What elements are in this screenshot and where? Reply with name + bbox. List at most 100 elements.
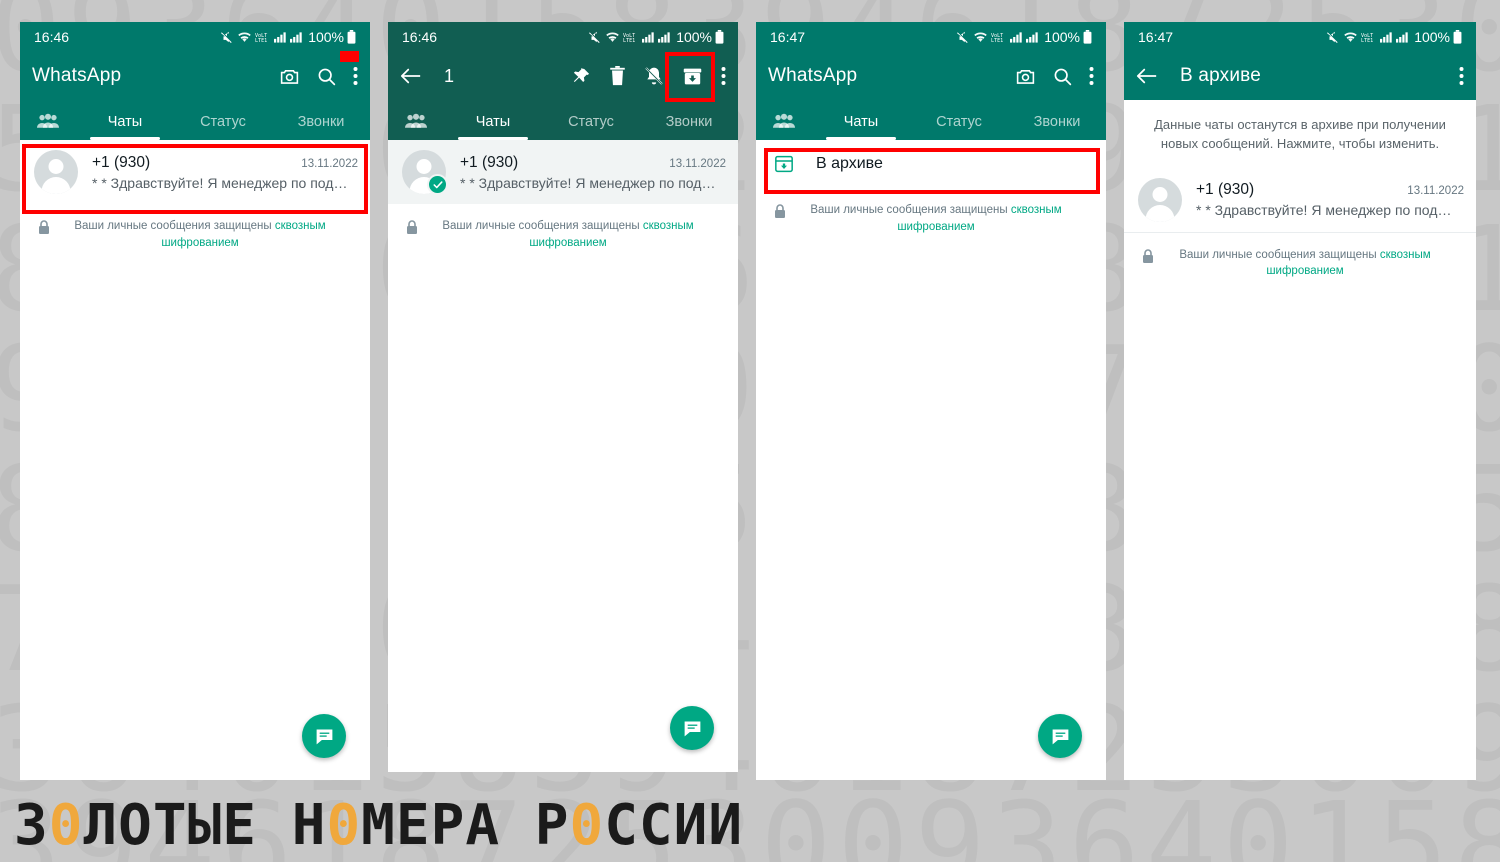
- panel-whatsapp-chat-selected: 16:46 VoLT LTE1 100% 1 Чаты Статус Звонк…: [388, 22, 738, 772]
- encryption-text: Ваши личные сообщения защищены сквозным …: [810, 204, 1062, 233]
- svg-text:LTE1: LTE1: [255, 37, 267, 43]
- app-bar: WhatsApp: [20, 51, 370, 100]
- tab-chats[interactable]: Чаты: [76, 114, 174, 140]
- tab-communities[interactable]: [388, 112, 444, 140]
- chat-date: 13.11.2022: [1407, 185, 1464, 198]
- chat-list-item[interactable]: +1 (930) 13.11.2022 * * Здравствуйте! Я …: [20, 140, 370, 204]
- status-clock: 16:47: [770, 29, 806, 45]
- tab-calls[interactable]: Звонки: [1008, 114, 1106, 140]
- battery-icon: [1083, 30, 1092, 44]
- overflow-menu-icon[interactable]: [1459, 66, 1464, 86]
- overflow-menu-icon[interactable]: [353, 66, 358, 86]
- signal-bars-1-icon: [1380, 31, 1393, 43]
- chat-list-item[interactable]: +1 (930) 13.11.2022 * * Здравствуйте! Я …: [388, 140, 738, 204]
- selection-count: 1: [444, 65, 455, 86]
- tab-chats[interactable]: Чаты: [444, 114, 542, 140]
- chat-date: 13.11.2022: [669, 157, 726, 170]
- chat-preview-text: * * Здравствуйте! Я менеджер по под…: [92, 174, 348, 191]
- status-bar: 16:46 VoLT LTE1 100%: [388, 22, 738, 52]
- tab-chats[interactable]: Чаты: [812, 114, 910, 140]
- archive-icon: [774, 154, 794, 174]
- tab-communities[interactable]: [756, 112, 812, 140]
- signal-bars-2-icon: [1026, 31, 1039, 43]
- battery-icon: [347, 30, 356, 44]
- header-green-block: 16:47 VoLT LTE1 100%: [756, 22, 1106, 140]
- delete-icon[interactable]: [609, 66, 626, 86]
- mute-icon[interactable]: [644, 66, 664, 86]
- status-clock: 16:47: [1138, 29, 1174, 45]
- archived-label: В архиве: [816, 155, 883, 172]
- encryption-notice: Ваши личные сообщения защищены сквозным …: [1124, 233, 1476, 280]
- new-chat-fab[interactable]: [1038, 714, 1082, 758]
- overflow-menu-icon[interactable]: [721, 66, 726, 86]
- tab-calls[interactable]: Звонки: [272, 114, 370, 140]
- chat-contact-name: +1 (930): [460, 153, 519, 171]
- new-chat-fab[interactable]: [670, 706, 714, 750]
- wifi-icon: [1343, 31, 1358, 44]
- status-bar: 16:47 VoLT LTE1 100%: [756, 22, 1106, 52]
- pin-icon[interactable]: [572, 67, 591, 86]
- chat-date: 13.11.2022: [301, 157, 358, 170]
- battery-percent: 100%: [1044, 29, 1080, 45]
- battery-percent: 100%: [676, 29, 712, 45]
- encryption-text: Ваши личные сообщения защищены сквозным …: [74, 220, 326, 249]
- mute-status-icon: [588, 30, 602, 44]
- camera-icon[interactable]: [279, 66, 300, 87]
- battery-icon: [715, 30, 724, 44]
- chat-list-item[interactable]: +1 (930) 13.11.2022 * * Здравствуйте! Я …: [1124, 167, 1476, 232]
- signal-bars-1-icon: [1010, 31, 1023, 43]
- app-title: WhatsApp: [32, 65, 122, 86]
- avatar: [1138, 177, 1182, 222]
- wifi-icon: [605, 31, 620, 44]
- header-green-block: 16:46 VoLT LTE1 100%: [20, 22, 370, 140]
- back-arrow-icon[interactable]: [400, 66, 422, 86]
- archive-app-bar: В архиве: [1124, 52, 1476, 100]
- chat-preview-text: * * Здравствуйте! Я менеджер по под…: [460, 174, 716, 191]
- tab-bar: Чаты Статус Звонки: [756, 100, 1106, 140]
- selected-check-icon: [427, 174, 448, 195]
- panel-whatsapp-chats-list: 16:46 VoLT LTE1 100% WhatsApp Чаты Стату…: [20, 22, 370, 780]
- tab-status[interactable]: Статус: [542, 114, 640, 140]
- header-green-block: 16:47 VoLT LTE1 100%: [1124, 22, 1476, 100]
- volte-icon: VoLT LTE1: [991, 31, 1007, 44]
- mute-status-icon: [956, 30, 970, 44]
- selection-app-bar: 1: [388, 52, 738, 100]
- mute-status-icon: [220, 30, 234, 44]
- archive-hint-text[interactable]: Данные чаты останутся в архиве при получ…: [1124, 100, 1476, 168]
- volte-icon: VoLT LTE1: [255, 31, 271, 44]
- tab-communities[interactable]: [20, 112, 76, 140]
- tab-calls[interactable]: Звонки: [640, 114, 738, 140]
- status-clock: 16:46: [402, 29, 438, 45]
- tab-status[interactable]: Статус: [174, 114, 272, 140]
- volte-icon: VoLT LTE1: [623, 31, 639, 44]
- battery-icon: [1453, 30, 1462, 44]
- signal-bars-1-icon: [274, 31, 287, 43]
- wifi-icon: [237, 31, 252, 44]
- tab-status[interactable]: Статус: [910, 114, 1008, 140]
- encryption-text: Ваши личные сообщения защищены сквозным …: [442, 220, 694, 249]
- archived-chats-row[interactable]: В архиве: [756, 140, 1106, 188]
- signal-bars-1-icon: [642, 31, 655, 43]
- svg-text:LTE1: LTE1: [623, 37, 635, 43]
- new-chat-fab[interactable]: [302, 714, 346, 758]
- lock-icon: [406, 220, 420, 235]
- battery-percent: 100%: [308, 29, 344, 45]
- encryption-text: Ваши личные сообщения защищены сквозным …: [1179, 248, 1431, 278]
- archive-icon[interactable]: [682, 66, 703, 87]
- camera-icon[interactable]: [1015, 66, 1036, 87]
- back-arrow-icon[interactable]: [1136, 66, 1158, 86]
- status-clock: 16:46: [34, 29, 70, 45]
- app-title: WhatsApp: [768, 65, 858, 86]
- avatar: [34, 150, 78, 194]
- signal-bars-2-icon: [1396, 31, 1409, 43]
- search-icon[interactable]: [1052, 66, 1073, 87]
- panel-whatsapp-archived-screen: 16:47 VoLT LTE1 100% В архиве Данные чат…: [1124, 22, 1476, 780]
- panel-whatsapp-chats-after-archive: 16:47 VoLT LTE1 100% WhatsApp Чаты Стату…: [756, 22, 1106, 780]
- signal-bars-2-icon: [290, 31, 303, 43]
- overflow-menu-icon[interactable]: [1089, 66, 1094, 86]
- lock-icon: [774, 204, 788, 219]
- search-icon[interactable]: [316, 66, 337, 87]
- encryption-notice: Ваши личные сообщения защищены сквозным …: [388, 204, 738, 251]
- wifi-icon: [973, 31, 988, 44]
- app-title: В архиве: [1180, 65, 1262, 86]
